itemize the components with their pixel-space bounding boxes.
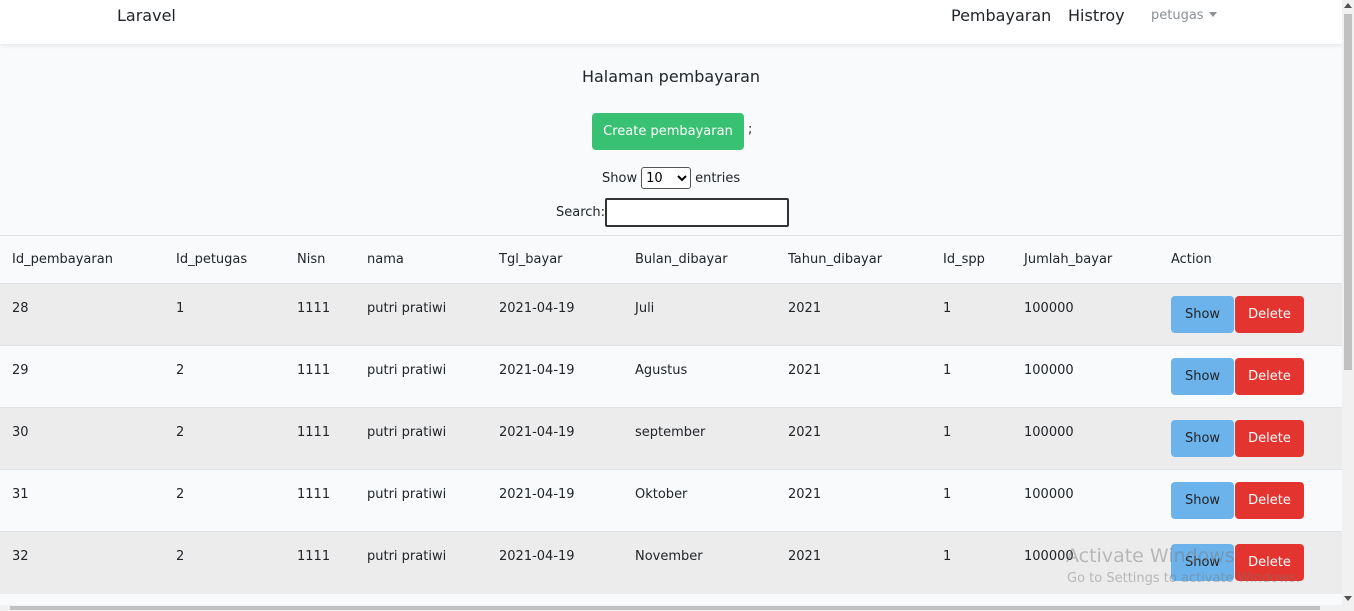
cell-jumlah-bayar: 100000 — [1012, 283, 1159, 346]
entries-label: entries — [695, 170, 741, 186]
cell-tahun-dibayar: 2021 — [776, 283, 931, 346]
cell-tgl-bayar: 2021-04-19 — [487, 531, 623, 594]
cell-nisn: 1111 — [285, 407, 355, 470]
cell-bulan-dibayar: Juli — [623, 283, 776, 346]
cell-id-petugas: 1 — [164, 283, 285, 346]
cell-id-pembayaran: 30 — [0, 407, 164, 470]
cell-id-spp: 1 — [931, 345, 1012, 408]
cell-nama: putri pratiwi — [355, 407, 487, 470]
cell-action: Show Delete — [1159, 407, 1342, 470]
top-navbar: Laravel Pembayaran Histroy petugas — [0, 0, 1342, 44]
horizontal-scrollbar[interactable] — [0, 605, 1342, 611]
activation-watermark-title: Activate Windows — [1066, 545, 1235, 567]
show-label: Show — [602, 170, 638, 186]
show-button[interactable]: Show — [1171, 482, 1234, 519]
col-tgl-bayar[interactable]: Tgl_bayar — [487, 235, 623, 284]
cell-id-pembayaran: 31 — [0, 469, 164, 532]
cell-id-spp: 1 — [931, 407, 1012, 470]
caret-down-icon — [1208, 12, 1217, 17]
col-nama[interactable]: nama — [355, 235, 487, 284]
user-dropdown[interactable]: petugas — [1151, 8, 1217, 23]
cell-tahun-dibayar: 2021 — [776, 531, 931, 594]
cell-nama: putri pratiwi — [355, 469, 487, 532]
cell-action: Show Delete — [1159, 469, 1342, 532]
brand-link[interactable]: Laravel — [117, 6, 176, 25]
show-button[interactable]: Show — [1171, 358, 1234, 395]
cell-jumlah-bayar: 100000 — [1012, 469, 1159, 532]
show-button[interactable]: Show — [1171, 420, 1234, 457]
cell-id-pembayaran: 28 — [0, 283, 164, 346]
col-tahun-dibayar[interactable]: Tahun_dibayar — [776, 235, 931, 284]
cell-id-petugas: 2 — [164, 469, 285, 532]
cell-id-petugas: 2 — [164, 531, 285, 594]
cell-action: Show Delete — [1159, 283, 1342, 346]
cell-jumlah-bayar: 100000 — [1012, 407, 1159, 470]
create-pembayaran-button[interactable]: Create pembayaran — [592, 113, 744, 150]
search-input[interactable] — [605, 198, 790, 227]
search-label: Search: — [556, 205, 606, 220]
cell-id-spp: 1 — [931, 283, 1012, 346]
cell-nisn: 1111 — [285, 283, 355, 346]
user-name: petugas — [1151, 8, 1204, 23]
horizontal-scroll-thumb[interactable] — [10, 606, 1320, 610]
page-title: Halaman pembayaran — [581, 67, 761, 86]
table-header-row: Id_pembayaran Id_petugas Nisn nama Tgl_b… — [0, 235, 1342, 284]
cell-action: Show Delete — [1159, 345, 1342, 408]
cell-id-spp: 1 — [931, 531, 1012, 594]
col-action: Action — [1159, 235, 1342, 284]
pembayaran-table: Id_pembayaran Id_petugas Nisn nama Tgl_b… — [0, 235, 1342, 594]
vertical-scrollbar[interactable] — [1342, 0, 1354, 611]
col-id-pembayaran[interactable]: Id_pembayaran — [0, 235, 164, 284]
cell-tgl-bayar: 2021-04-19 — [487, 407, 623, 470]
delete-button[interactable]: Delete — [1235, 420, 1304, 457]
cell-bulan-dibayar: November — [623, 531, 776, 594]
cell-tgl-bayar: 2021-04-19 — [487, 345, 623, 408]
entries-select[interactable]: 10 — [641, 167, 692, 189]
delete-button[interactable]: Delete — [1235, 358, 1304, 395]
cell-id-pembayaran: 29 — [0, 345, 164, 408]
table-row: 29 2 1111 putri pratiwi 2021-04-19 Agust… — [0, 345, 1342, 408]
col-jumlah-bayar[interactable]: Jumlah_bayar — [1012, 235, 1159, 284]
cell-nama: putri pratiwi — [355, 531, 487, 594]
search-control: Search: — [556, 198, 790, 227]
cell-bulan-dibayar: september — [623, 407, 776, 470]
delete-button[interactable]: Delete — [1235, 296, 1304, 333]
semicolon-text: ; — [748, 122, 753, 137]
nav-link-pembayaran[interactable]: Pembayaran — [951, 6, 1051, 25]
col-nisn[interactable]: Nisn — [285, 235, 355, 284]
cell-tahun-dibayar: 2021 — [776, 407, 931, 470]
activation-watermark-text: Go to Settings to activate Windows. — [1067, 571, 1300, 586]
cell-tahun-dibayar: 2021 — [776, 469, 931, 532]
cell-id-spp: 1 — [931, 469, 1012, 532]
cell-nisn: 1111 — [285, 345, 355, 408]
cell-tahun-dibayar: 2021 — [776, 345, 931, 408]
cell-nisn: 1111 — [285, 469, 355, 532]
col-id-petugas[interactable]: Id_petugas — [164, 235, 285, 284]
entries-control: Show 10 entries — [602, 167, 740, 189]
cell-nama: putri pratiwi — [355, 345, 487, 408]
delete-button[interactable]: Delete — [1235, 482, 1304, 519]
cell-jumlah-bayar: 100000 — [1012, 345, 1159, 408]
col-id-spp[interactable]: Id_spp — [931, 235, 1012, 284]
cell-nama: putri pratiwi — [355, 283, 487, 346]
scroll-up-icon[interactable] — [1344, 3, 1352, 8]
cell-nisn: 1111 — [285, 531, 355, 594]
cell-id-petugas: 2 — [164, 345, 285, 408]
cell-bulan-dibayar: Oktober — [623, 469, 776, 532]
cell-id-pembayaran: 32 — [0, 531, 164, 594]
table-row: 28 1 1111 putri pratiwi 2021-04-19 Juli … — [0, 283, 1342, 346]
show-button[interactable]: Show — [1171, 296, 1234, 333]
cell-id-petugas: 2 — [164, 407, 285, 470]
cell-tgl-bayar: 2021-04-19 — [487, 469, 623, 532]
nav-link-history[interactable]: Histroy — [1068, 6, 1125, 25]
cell-bulan-dibayar: Agustus — [623, 345, 776, 408]
table-row: 31 2 1111 putri pratiwi 2021-04-19 Oktob… — [0, 469, 1342, 532]
vertical-scroll-thumb[interactable] — [1344, 14, 1352, 370]
cell-tgl-bayar: 2021-04-19 — [487, 283, 623, 346]
scroll-down-icon[interactable] — [1344, 596, 1352, 601]
table-row: 30 2 1111 putri pratiwi 2021-04-19 septe… — [0, 407, 1342, 470]
col-bulan-dibayar[interactable]: Bulan_dibayar — [623, 235, 776, 284]
